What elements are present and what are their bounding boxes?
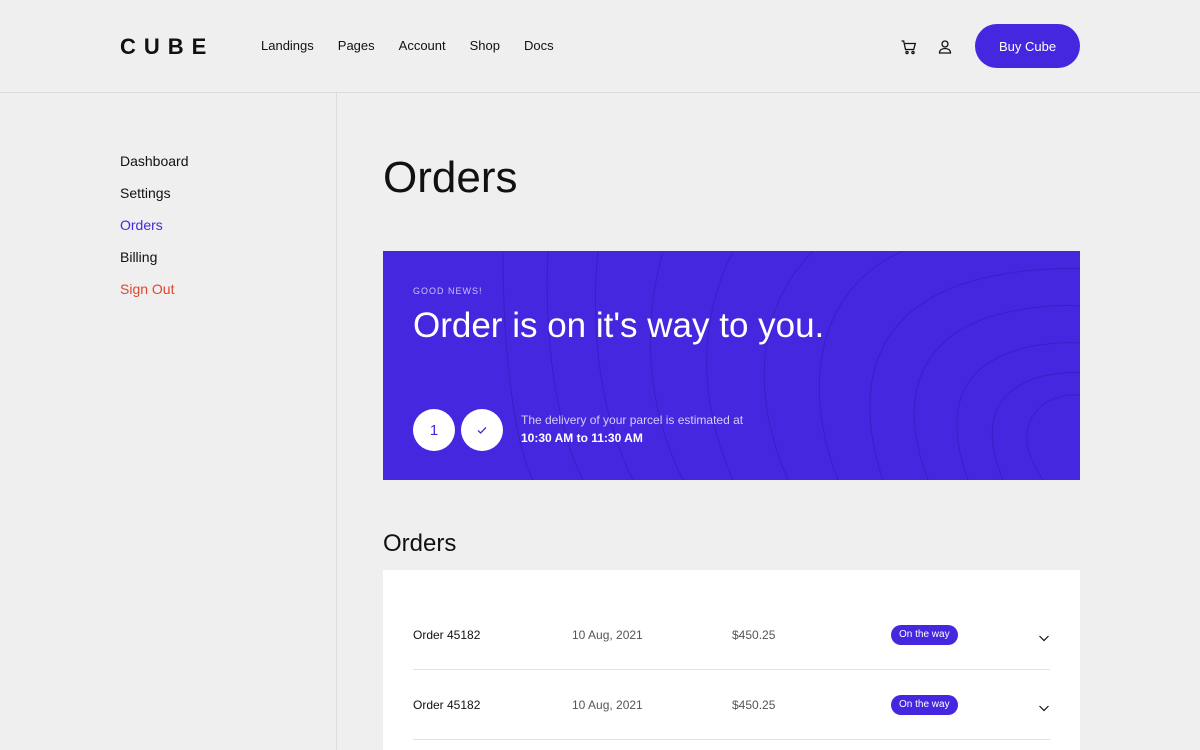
order-amount: $450.25 [732,698,776,712]
order-date: 10 Aug, 2021 [572,698,643,712]
nav-pages[interactable]: Pages [338,38,375,53]
sidebar-item-dashboard[interactable]: Dashboard [120,153,189,169]
top-header: CUBE Landings Pages Account Shop Docs Bu… [0,0,1200,93]
page-title: Orders [383,153,518,202]
banner-title: Order is on it's way to you. [413,306,825,345]
sidebar-item-billing[interactable]: Billing [120,249,157,265]
order-amount: $450.25 [732,628,776,642]
cart-icon[interactable] [900,38,918,56]
order-status-banner: GOOD NEWS! Order is on it's way to you. … [383,251,1080,480]
chevron-down-icon[interactable] [1038,701,1050,713]
check-icon [461,409,503,451]
sidebar-item-orders[interactable]: Orders [120,217,163,233]
chevron-down-icon[interactable] [1038,631,1050,643]
order-name: Order 45182 [413,698,481,712]
step-indicator: 1 [413,409,455,451]
table-row[interactable]: Order 45182 10 Aug, 2021 $450.25 On the … [413,670,1050,740]
sidebar-item-sign-out[interactable]: Sign Out [120,281,174,297]
nav-shop[interactable]: Shop [470,38,500,53]
orders-section-title: Orders [383,530,457,557]
sidebar-item-settings[interactable]: Settings [120,185,171,201]
logo[interactable]: CUBE [120,34,214,60]
sidebar: Dashboard Settings Orders Billing Sign O… [0,93,337,750]
order-name: Order 45182 [413,628,481,642]
row-divider [413,739,1050,740]
order-date: 10 Aug, 2021 [572,628,643,642]
user-icon[interactable] [936,38,954,56]
delivery-label: The delivery of your parcel is estimated… [521,413,744,427]
nav-docs[interactable]: Docs [524,38,554,53]
nav-account[interactable]: Account [399,38,446,53]
status-badge: On the way [891,625,958,645]
nav-landings[interactable]: Landings [261,38,314,53]
orders-list: Order 45182 10 Aug, 2021 $450.25 On the … [383,570,1080,750]
table-row[interactable]: Order 45182 10 Aug, 2021 $450.25 On the … [413,600,1050,670]
status-badge: On the way [891,695,958,715]
delivery-time: 10:30 AM to 11:30 AM [521,431,643,445]
buy-cube-button[interactable]: Buy Cube [975,24,1080,68]
main-nav: Landings Pages Account Shop Docs [261,38,578,53]
banner-eyebrow: GOOD NEWS! [413,286,483,296]
